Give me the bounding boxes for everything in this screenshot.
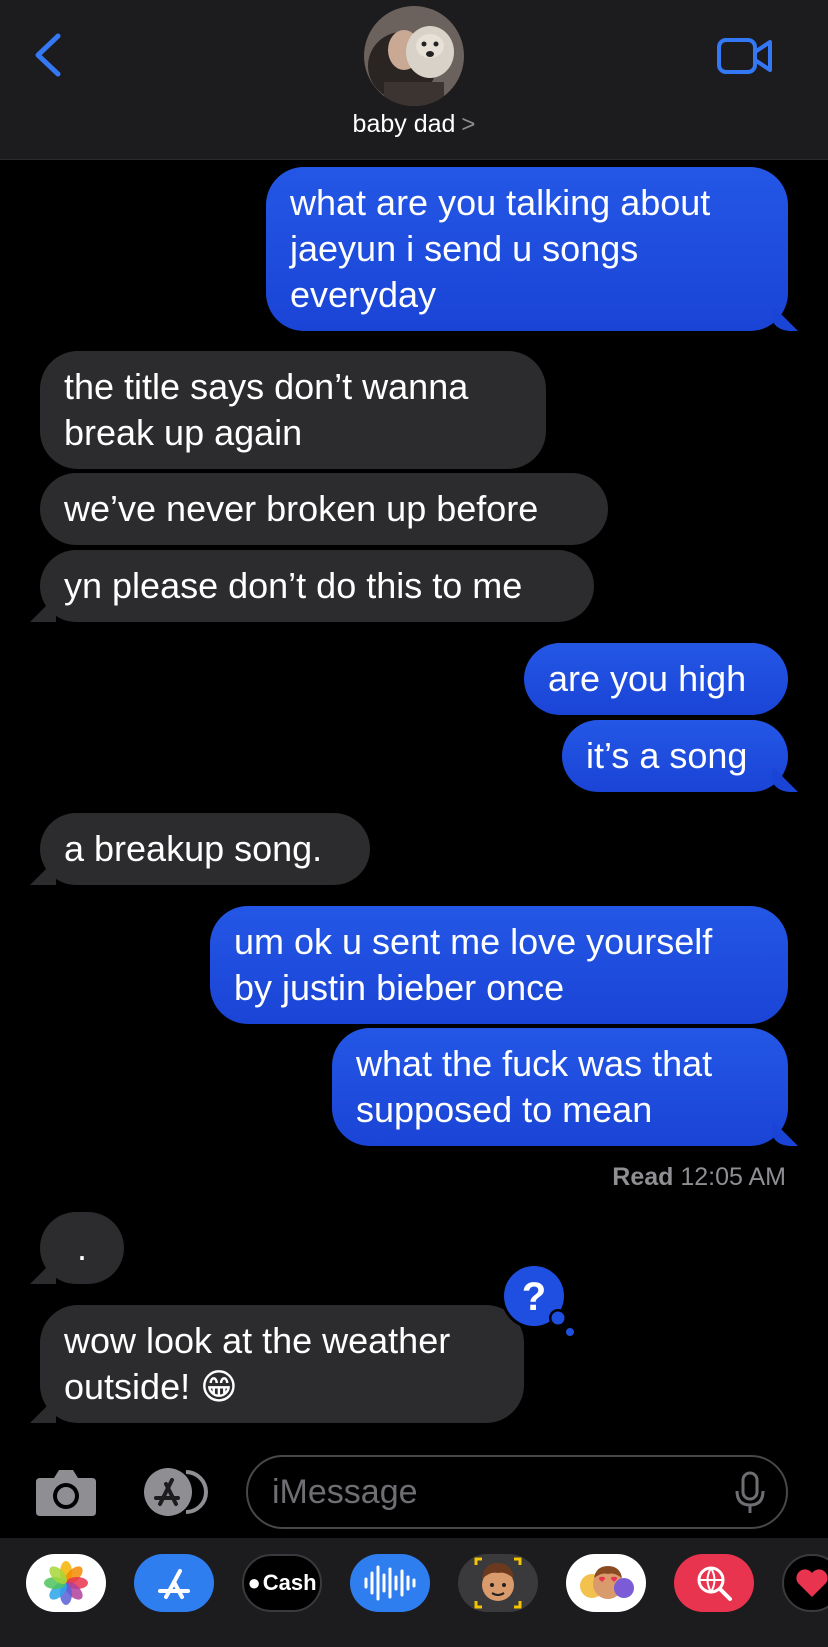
app-store-app[interactable] (134, 1554, 214, 1612)
heart-eyes-memoji-icon (580, 1566, 634, 1599)
message-bubble-outgoing[interactable]: um ok u sent me love yourself by justin … (210, 906, 788, 1024)
contact-avatar[interactable] (364, 6, 464, 106)
conversation-header: baby dad > (0, 0, 828, 160)
tapback-reaction[interactable]: ? (500, 1262, 576, 1338)
globe-search-icon (697, 1566, 732, 1601)
camera-icon (36, 1470, 96, 1516)
message-line: um ok u sent me love yourself (234, 921, 713, 962)
animoji-stickers-app[interactable] (566, 1554, 646, 1612)
message-line: the title says don’t wanna (64, 366, 469, 407)
message-line: what are you talking about (290, 182, 711, 223)
cash-label: Cash (262, 1570, 317, 1595)
message-line: break up again (64, 412, 303, 453)
photos-icon (44, 1561, 88, 1605)
chevron-right-icon: > (461, 111, 476, 138)
apple-logo-icon: ● (247, 1570, 261, 1595)
message-line: yn please don’t do this to me (64, 565, 523, 606)
message-bubble-outgoing[interactable]: it’s a song (562, 720, 788, 792)
microphone-icon (735, 1471, 765, 1513)
imessage-input[interactable] (246, 1455, 788, 1529)
message-line: it’s a song (586, 735, 748, 776)
photos-app[interactable] (26, 1554, 106, 1612)
message-bubble-outgoing[interactable]: what are you talking about jaeyun i send… (266, 167, 788, 331)
message-bubble-incoming[interactable]: we’ve never broken up before (40, 473, 608, 545)
heart-icon (796, 1569, 828, 1597)
contact-name-label: baby dad (352, 110, 456, 138)
facetime-video-button[interactable] (716, 36, 774, 76)
message-bubble-incoming[interactable]: yn please don’t do this to me (40, 550, 594, 622)
app-drawer: ● Cash (0, 1538, 828, 1647)
message-bubble-incoming[interactable]: a breakup song. (40, 813, 370, 885)
read-receipt: Read 12:05 AM (612, 1163, 786, 1192)
memoji-app[interactable] (458, 1554, 538, 1612)
audio-message-app[interactable] (350, 1554, 430, 1612)
apps-button[interactable] (138, 1466, 214, 1518)
message-line: outside! 😁 (64, 1366, 238, 1407)
message-text-field[interactable] (272, 1467, 692, 1517)
message-line: by justin bieber once (234, 967, 565, 1008)
contact-name[interactable]: baby dad > (0, 110, 828, 139)
camera-button[interactable] (34, 1466, 98, 1518)
back-button[interactable] (30, 30, 70, 80)
video-camera-icon (717, 38, 772, 74)
read-time: 12:05 AM (680, 1163, 786, 1191)
message-line: a breakup song. (64, 828, 323, 869)
message-line: are you high (548, 658, 747, 699)
memoji-face-icon (474, 1557, 522, 1609)
message-bubble-incoming[interactable]: the title says don’t wanna break up agai… (40, 351, 546, 469)
read-label: Read (612, 1163, 674, 1191)
image-search-app[interactable] (674, 1554, 754, 1612)
waveform-icon (364, 1565, 416, 1601)
message-line: what the fuck was that (356, 1043, 713, 1084)
chevron-left-icon (35, 33, 61, 77)
avatar-photo (364, 6, 464, 106)
message-line: wow look at the weather (64, 1320, 451, 1361)
question-mark-icon: ? (501, 1263, 576, 1338)
microphone-button[interactable] (734, 1471, 766, 1515)
app-store-a-icon (158, 1569, 190, 1599)
message-line: . (76, 1227, 87, 1268)
message-bubble-outgoing[interactable]: what the fuck was that supposed to mean (332, 1028, 788, 1146)
message-line: jaeyun i send u songs (290, 228, 639, 269)
message-line: everyday (290, 274, 437, 315)
apple-cash-app[interactable]: ● Cash (242, 1554, 322, 1612)
message-line: we’ve never broken up before (64, 488, 539, 529)
message-line: supposed to mean (356, 1089, 653, 1130)
app-store-icon (144, 1468, 208, 1516)
message-bubble-incoming[interactable]: . (40, 1212, 124, 1284)
digital-touch-app[interactable] (782, 1554, 828, 1612)
message-bubble-incoming[interactable]: wow look at the weather outside! 😁 (40, 1305, 524, 1423)
reaction-symbol: ? (522, 1275, 546, 1319)
message-bubble-outgoing[interactable]: are you high (524, 643, 788, 715)
